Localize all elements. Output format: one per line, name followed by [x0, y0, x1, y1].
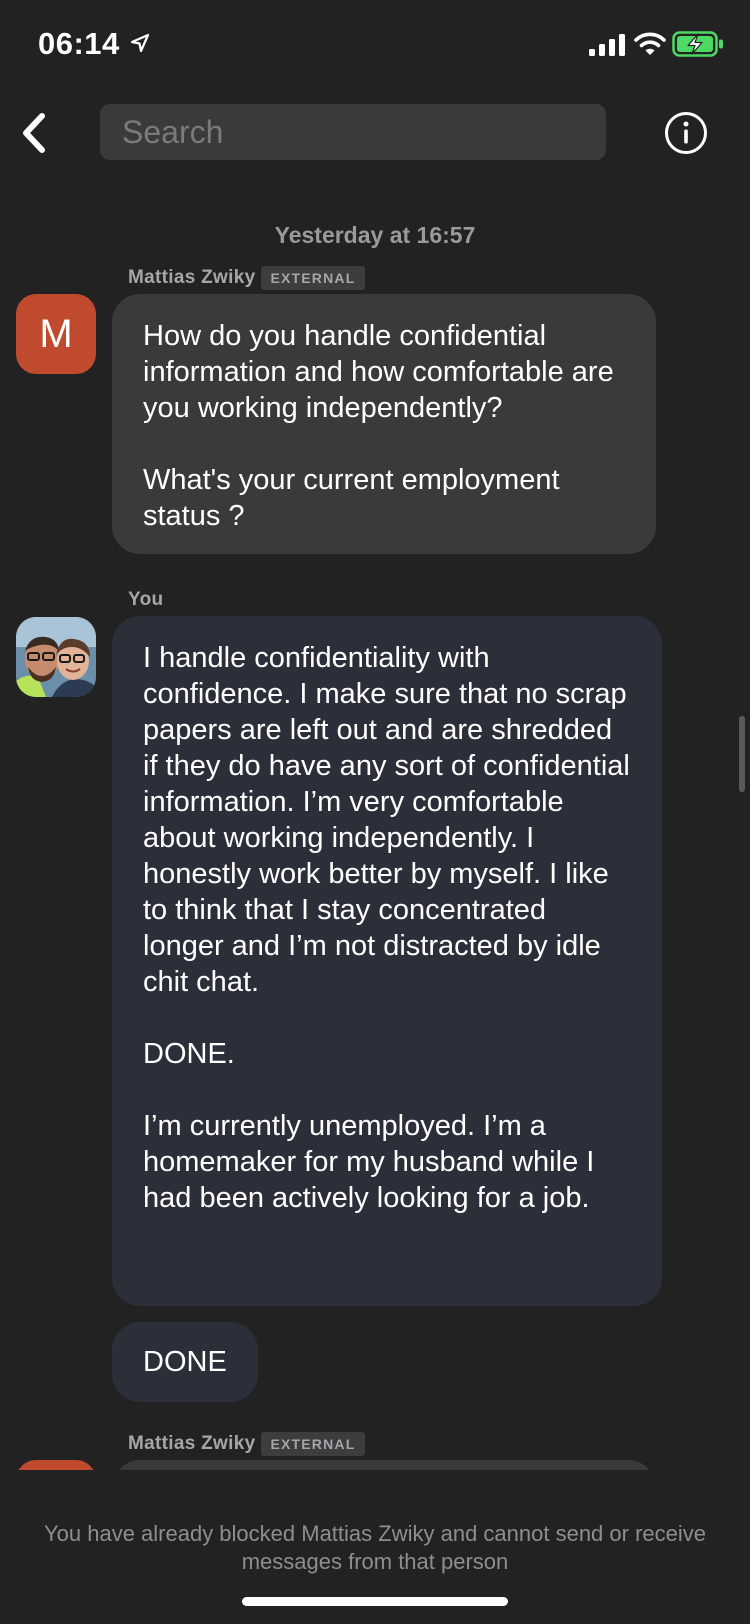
battery-charging-icon	[672, 31, 723, 57]
message-header: You	[128, 586, 163, 614]
sender-name: You	[128, 589, 164, 610]
home-indicator[interactable]	[242, 1597, 508, 1606]
message-header: Mattias Zwiky EXTERNAL	[128, 1430, 365, 1458]
scrollbar[interactable]	[739, 716, 745, 792]
status-time: 06:14	[38, 26, 120, 61]
info-button[interactable]	[663, 110, 709, 156]
status-bar: 06:14	[0, 0, 750, 90]
avatar-letter: M	[39, 311, 73, 356]
info-circle-icon	[665, 112, 707, 154]
external-badge: EXTERNAL	[261, 266, 365, 290]
blocked-notice: You have already blocked Mattias Zwiky a…	[43, 1521, 706, 1574]
message-bubble[interactable]: I handle confidentiality with confidence…	[112, 616, 662, 1306]
location-arrow-icon	[130, 33, 150, 53]
avatar[interactable]	[16, 617, 96, 697]
search-input[interactable]	[122, 104, 592, 160]
external-badge: EXTERNAL	[261, 1432, 365, 1456]
message-bubble[interactable]: DONE	[112, 1322, 258, 1402]
wifi-icon	[634, 32, 666, 55]
search-field[interactable]	[100, 104, 606, 160]
message-header: Mattias Zwiky EXTERNAL	[128, 264, 365, 292]
date-divider: Yesterday at 16:57	[274, 222, 476, 248]
user-photo-avatar	[16, 617, 96, 697]
chat-screen: 06:14 Search Yesterday at 16:57 Mattias …	[0, 0, 750, 1624]
sender-name: Mattias Zwiky	[128, 267, 256, 288]
avatar[interactable]: M	[16, 294, 96, 374]
chevron-left-icon	[23, 113, 45, 153]
message-bubble[interactable]: How do you handle confidential informati…	[112, 294, 656, 554]
back-button[interactable]	[12, 108, 60, 158]
sender-name: Mattias Zwiky	[128, 1433, 256, 1454]
cellular-signal-icon	[589, 34, 625, 56]
